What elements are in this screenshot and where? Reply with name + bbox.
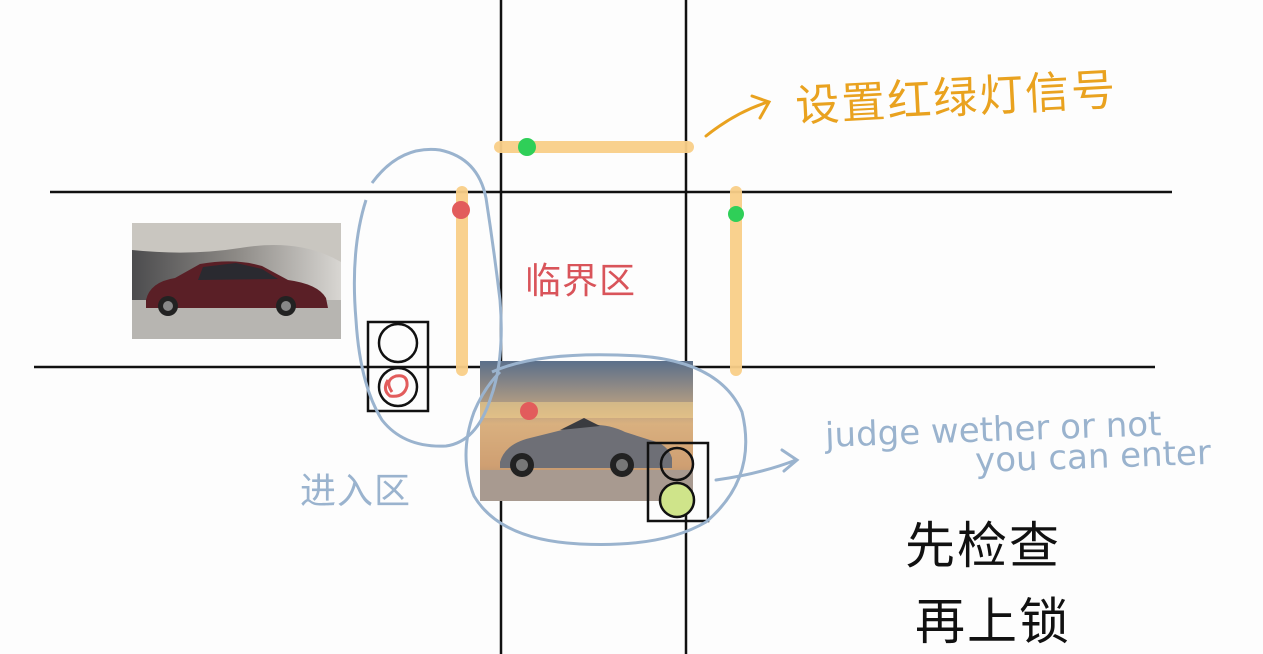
- critical-zone-label: 临界区: [525, 261, 637, 302]
- arrow-right-icon: [714, 448, 800, 482]
- green-light-right: [728, 206, 744, 222]
- check-note-line1: 先检查: [905, 517, 1061, 575]
- judge-note-line2: you can enter: [974, 432, 1212, 482]
- green-light-top: [518, 138, 536, 156]
- red-light-bottom: [520, 402, 538, 420]
- arrow-right-icon: [704, 94, 772, 138]
- red-light-left: [452, 201, 470, 219]
- sedan-photo: [132, 223, 341, 339]
- entry-zone-label: 进入区: [300, 471, 412, 512]
- convertible-photo: [480, 361, 693, 501]
- check-note-line2: 再上锁: [915, 593, 1071, 651]
